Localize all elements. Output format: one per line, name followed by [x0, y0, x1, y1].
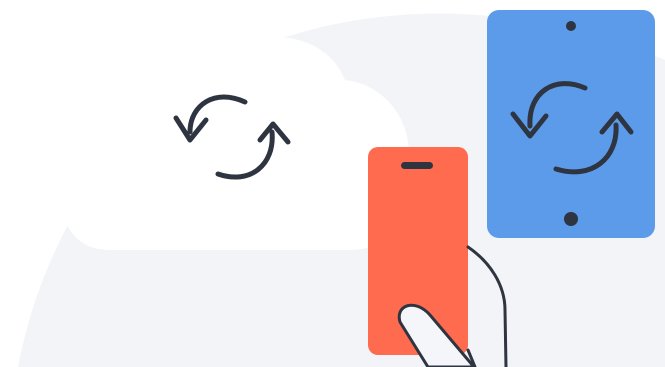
illustration-canvas	[18, 10, 665, 367]
tablet-camera	[566, 21, 576, 31]
tablet-home-button	[564, 212, 578, 226]
device-sync-illustration	[0, 0, 665, 367]
phone-speaker	[401, 162, 433, 169]
tablet-icon	[487, 10, 655, 238]
